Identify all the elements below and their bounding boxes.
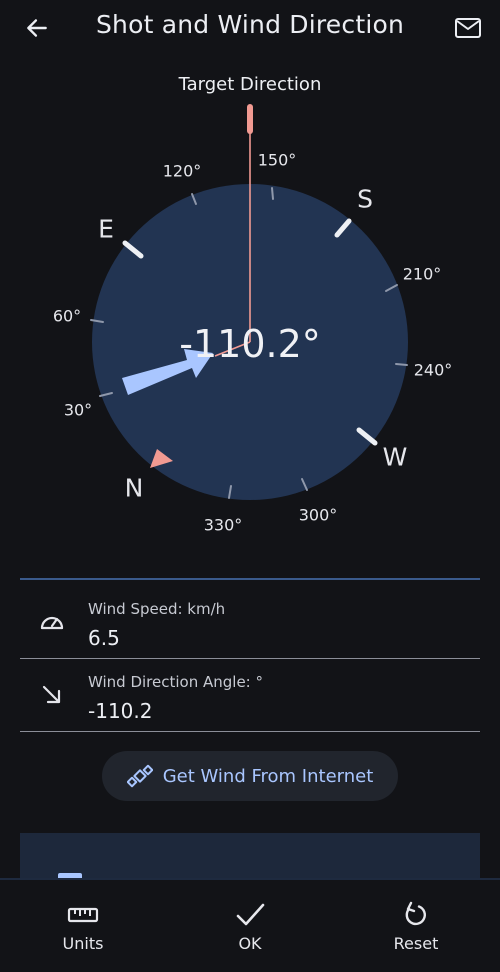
cardinal-label-n: N	[124, 473, 144, 503]
degree-label-300: 300°	[298, 505, 338, 525]
wind-direction-field[interactable]: Wind Direction Angle: ° -110.2	[20, 659, 480, 732]
angle-readout: -110.2°	[179, 322, 321, 366]
ok-label: OK	[238, 934, 262, 953]
target-direction-marker	[247, 104, 253, 134]
units-label: Units	[62, 934, 104, 953]
get-wind-button-label: Get Wind From Internet	[162, 765, 374, 787]
wind-direction-value[interactable]: -110.2	[88, 699, 152, 723]
degree-label-60: 60°	[52, 306, 82, 326]
units-button[interactable]: Units	[28, 900, 138, 953]
ok-button[interactable]: OK	[195, 900, 305, 953]
wind-direction-label: Wind Direction Angle: °	[88, 673, 264, 691]
wind-speed-field[interactable]: Wind Speed: km/h 6.5	[20, 586, 480, 659]
arrow-down-right-icon	[42, 685, 61, 704]
satellite-icon	[126, 764, 153, 788]
degree-label-330: 330°	[203, 515, 243, 535]
degree-label-210: 210°	[402, 264, 442, 284]
mail-icon	[455, 18, 481, 38]
reset-button[interactable]: Reset	[361, 900, 471, 953]
page-title: Shot and Wind Direction	[95, 10, 405, 39]
degree-label-150: 150°	[257, 150, 297, 170]
get-wind-from-internet-button[interactable]: Get Wind From Internet	[102, 751, 398, 801]
wind-speed-value[interactable]: 6.5	[88, 626, 120, 650]
degree-label-240: 240°	[413, 360, 453, 380]
section-divider	[20, 578, 480, 580]
speedometer-icon	[40, 616, 64, 630]
refresh-icon	[405, 901, 426, 926]
cardinal-label-e: E	[98, 214, 114, 244]
cardinal-label-w: W	[382, 442, 408, 472]
ruler-icon	[67, 907, 99, 923]
degree-label-30: 30°	[63, 400, 93, 420]
checkmark-icon	[236, 903, 265, 926]
mail-button[interactable]	[448, 8, 488, 48]
bottom-navigation: Units OK Reset	[0, 878, 500, 972]
cardinal-label-s: S	[357, 184, 373, 214]
top-app-bar: Shot and Wind Direction	[0, 0, 500, 56]
reset-label: Reset	[393, 934, 439, 953]
wind-speed-label: Wind Speed: km/h	[88, 600, 226, 618]
app-screen: Shot and Wind Direction Target Direction	[0, 0, 500, 972]
degree-label-120: 120°	[162, 161, 202, 181]
wind-compass[interactable]: Target Direction 120° 150° 210° 240° 60°…	[0, 66, 500, 546]
